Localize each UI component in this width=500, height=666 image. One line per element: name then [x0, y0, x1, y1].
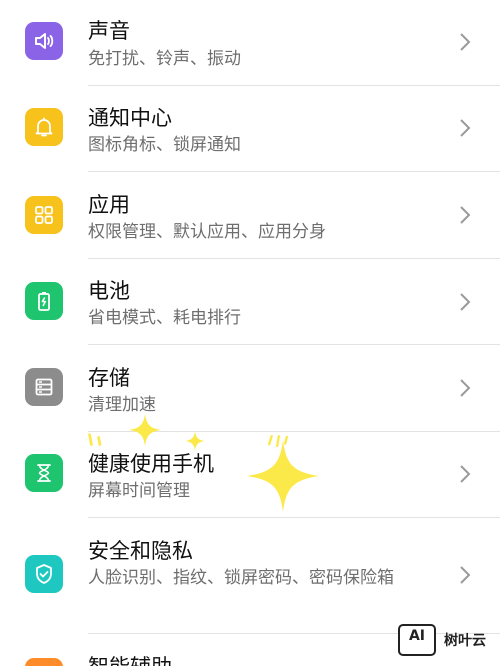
- bell-icon: [25, 108, 63, 146]
- chevron-right-icon: [460, 566, 471, 584]
- settings-item-notifications[interactable]: 通知中心 图标角标、锁屏通知: [0, 86, 500, 172]
- watermark-logo-text: AI: [408, 628, 426, 644]
- shield-icon: [25, 555, 63, 593]
- hourglass-icon: [25, 454, 63, 492]
- item-subtitle: 省电模式、耗电排行: [88, 308, 241, 328]
- sparkle-decoration-small: [185, 431, 205, 451]
- watermark: AI 树叶云: [398, 620, 500, 660]
- settings-item-storage[interactable]: 存储 清理加速: [0, 345, 500, 432]
- chevron-right-icon: [460, 206, 471, 224]
- watermark-brand: 树叶云: [444, 633, 486, 649]
- battery-icon: [25, 282, 63, 320]
- item-title: 智能辅助: [88, 651, 172, 666]
- item-title: 安全和隐私: [88, 539, 193, 563]
- sparkle-decoration-small: [128, 413, 162, 447]
- chevron-right-icon: [460, 379, 471, 397]
- watermark-logo: AI: [398, 624, 436, 656]
- assist-icon: [25, 658, 63, 666]
- item-subtitle: 图标角标、锁屏通知: [88, 135, 241, 155]
- settings-item-security-privacy[interactable]: 安全和隐私 人脸识别、指纹、锁屏密码、密码保险箱: [0, 518, 500, 634]
- sparkle-decoration-dots: [88, 433, 102, 446]
- item-title: 通知中心: [88, 106, 172, 130]
- item-subtitle: 人脸识别、指纹、锁屏密码、密码保险箱: [88, 568, 394, 588]
- settings-item-battery[interactable]: 电池 省电模式、耗电排行: [0, 259, 500, 345]
- item-subtitle: 权限管理、默认应用、应用分身: [88, 222, 326, 242]
- item-title: 电池: [88, 279, 130, 303]
- chevron-right-icon: [460, 293, 471, 311]
- item-title: 存储: [88, 366, 130, 390]
- chevron-right-icon: [460, 119, 471, 137]
- item-subtitle: 免打扰、铃声、振动: [88, 49, 241, 69]
- speaker-icon: [25, 22, 63, 60]
- chevron-right-icon: [460, 33, 471, 51]
- chevron-right-icon: [460, 465, 471, 483]
- item-title: 应用: [88, 193, 130, 217]
- settings-item-apps[interactable]: 应用 权限管理、默认应用、应用分身: [0, 172, 500, 259]
- storage-icon: [25, 368, 63, 406]
- item-title: 健康使用手机: [88, 452, 214, 476]
- apps-grid-icon: [25, 196, 63, 234]
- item-title: 声音: [88, 19, 130, 43]
- settings-item-sound[interactable]: 声音 免打扰、铃声、振动: [0, 0, 500, 86]
- sparkle-decoration-dots: [268, 435, 288, 447]
